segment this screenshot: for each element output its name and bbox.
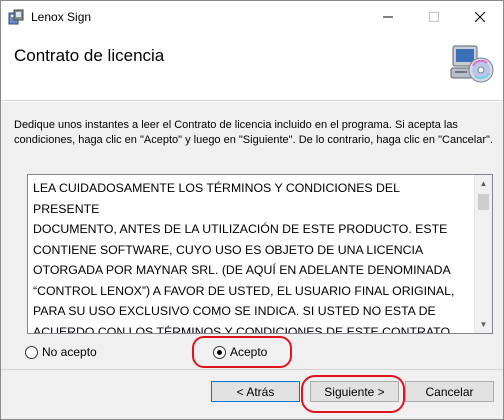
close-button[interactable] — [457, 1, 503, 32]
license-scrollbar[interactable]: ▲ ▼ — [474, 175, 492, 333]
footer-separator — [1, 369, 503, 370]
next-button[interactable]: Siguiente > — [310, 381, 399, 402]
decline-radio-button[interactable] — [25, 345, 38, 359]
back-button[interactable]: < Atrás — [211, 381, 300, 402]
installer-icon — [8, 9, 24, 25]
accept-radio[interactable]: Acepto — [213, 344, 267, 360]
cancel-button[interactable]: Cancelar — [405, 381, 494, 402]
instructions-text: Dedique unos instantes a leer el Contrat… — [14, 119, 493, 146]
accept-radio-button[interactable] — [213, 345, 226, 359]
header-separator — [1, 101, 503, 102]
minimize-button[interactable] — [365, 1, 411, 32]
scroll-up-arrow-icon[interactable]: ▲ — [475, 175, 492, 192]
installer-window: Lenox Sign Contrato de licencia Dedique … — [0, 0, 504, 420]
radio-selected-dot — [217, 349, 222, 355]
license-text: LEA CUIDADOSAMENTE LOS TÉRMINOS Y CONDIC… — [33, 181, 455, 334]
scroll-thumb[interactable] — [478, 194, 489, 210]
window-title: Lenox Sign — [31, 10, 92, 24]
decline-radio-label: No acepto — [42, 345, 97, 359]
accept-radio-label: Acepto — [230, 345, 268, 359]
page-title: Contrato de licencia — [14, 46, 165, 65]
maximize-button — [411, 1, 457, 32]
title-bar: Lenox Sign — [1, 1, 503, 32]
scroll-down-arrow-icon[interactable]: ▼ — [475, 316, 492, 333]
wizard-header: Contrato de licencia — [1, 32, 503, 101]
decline-radio[interactable]: No acepto — [25, 344, 97, 360]
license-text-area[interactable]: LEA CUIDADOSAMENTE LOS TÉRMINOS Y CONDIC… — [27, 174, 493, 334]
computer-disc-icon — [447, 40, 495, 88]
